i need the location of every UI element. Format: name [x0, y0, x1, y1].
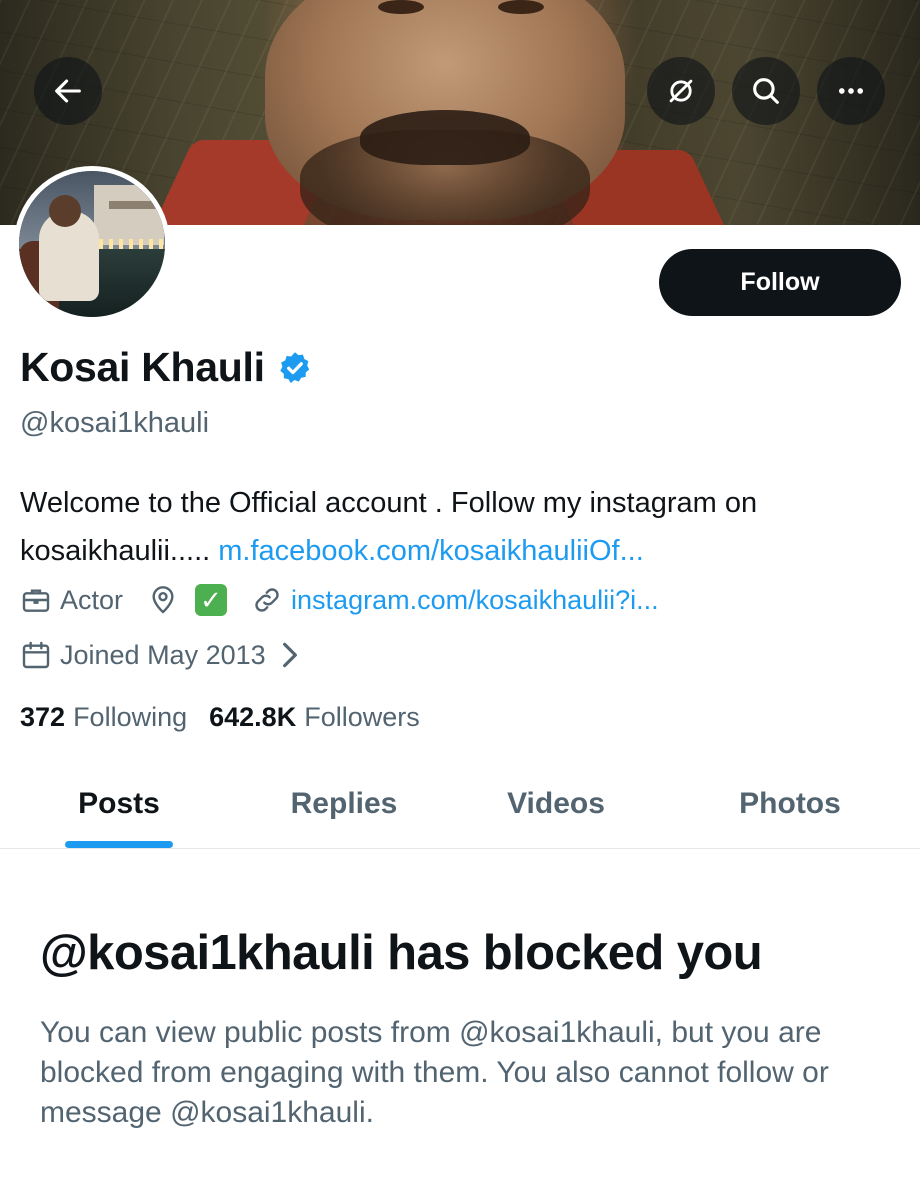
more-icon [838, 88, 864, 94]
avatar-building [94, 185, 164, 245]
avatar-building-detail [109, 201, 165, 209]
banner-mustache [360, 110, 530, 165]
follow-stats: 372 Following 642.8K Followers [20, 702, 442, 733]
bio-link[interactable]: m.facebook.com/kosaikhauliiOf... [218, 535, 644, 567]
chevron-right-icon [282, 642, 297, 668]
profile-bio: Welcome to the Official account . Follow… [20, 479, 905, 575]
joined-item[interactable]: Joined May 2013 [20, 639, 314, 671]
blocked-title: @kosai1khauli has blocked you [40, 926, 763, 980]
tab-videos[interactable]: Videos [480, 760, 632, 848]
profile-handle: @kosai1khauli [20, 407, 210, 439]
category-item: Actor [20, 584, 123, 616]
location-pin-icon [152, 586, 174, 614]
website-link[interactable]: instagram.com/kosaikhaulii?i... [291, 585, 659, 616]
calendar-icon [22, 641, 50, 669]
following-count: 372 [20, 702, 66, 732]
profile-tabs: Posts Replies Videos Photos [0, 760, 920, 849]
joined-row[interactable]: Joined May 2013 [20, 639, 338, 671]
search-icon [753, 78, 779, 104]
banner-eye [378, 0, 424, 14]
tab-photos[interactable]: Photos [712, 760, 868, 848]
grok-icon [669, 79, 693, 103]
avatar-head [49, 195, 81, 227]
followers-link[interactable]: 642.8K Followers [209, 702, 420, 733]
following-link[interactable]: 372 Following [20, 702, 187, 733]
profile-name: Kosai Khauli [20, 344, 265, 390]
active-tab-indicator [65, 841, 173, 848]
briefcase-icon [22, 589, 50, 612]
grok-button[interactable] [647, 57, 715, 125]
following-label: Following [73, 702, 188, 732]
profile-meta-row: Actor ✓ instagram.com/kosaikhaulii?i... [20, 584, 683, 616]
blocked-message: You can view public posts from @kosai1kh… [40, 1016, 829, 1129]
category-label: Actor [60, 584, 124, 615]
profile-name-row: Kosai Khauli [20, 344, 313, 391]
link-icon [255, 588, 279, 612]
avatar-lights [89, 239, 165, 249]
back-button[interactable] [34, 57, 102, 125]
location-item: ✓ [147, 584, 228, 616]
check-mark-emoji-icon: ✓ [195, 584, 228, 616]
follow-button[interactable]: Follow [659, 249, 901, 316]
tab-posts[interactable]: Posts [40, 760, 198, 848]
search-button[interactable] [732, 57, 800, 125]
more-button[interactable] [817, 57, 885, 125]
followers-count: 642.8K [209, 702, 297, 732]
avatar[interactable] [14, 166, 170, 322]
verified-badge-icon[interactable] [277, 350, 313, 386]
followers-label: Followers [304, 702, 420, 732]
tab-replies[interactable]: Replies [260, 760, 428, 848]
joined-label: Joined May 2013 [60, 639, 266, 670]
banner-eye [498, 0, 544, 14]
arrow-left-icon [55, 79, 81, 103]
website-item[interactable]: instagram.com/kosaikhaulii?i... [251, 584, 659, 616]
